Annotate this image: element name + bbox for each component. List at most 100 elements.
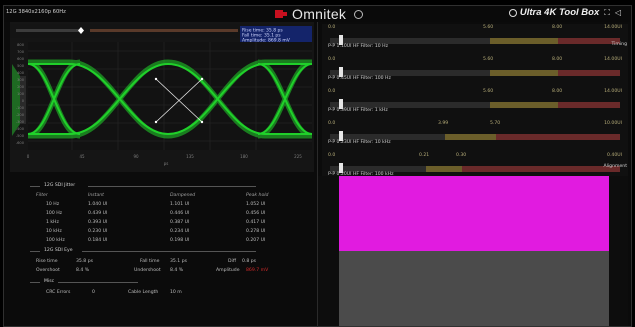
- video-preview-magenta: [339, 176, 609, 251]
- fullscreen-icon[interactable]: ⛶: [604, 8, 610, 18]
- x-tick: 225: [294, 154, 302, 159]
- threshold-track-right: [90, 29, 238, 32]
- filter-row-10hz: 0.0 5.60 8.00 14.00UI P-P 1.10UI HF Filt…: [322, 24, 628, 56]
- y-tick: -600: [16, 141, 25, 145]
- fall-time-value: 35.1 ps: [170, 259, 187, 264]
- scale-max: 14.00UI: [604, 89, 622, 94]
- product-name: Ultra 4K Tool Box: [519, 7, 600, 18]
- measurement-stats-panel: 12G SDI Jitter Filter Instant Dampened P…: [30, 181, 315, 311]
- scale-warn: 5.60: [483, 57, 494, 62]
- filter-label: P-P 1.10UI HF Filter: 10 Hz: [328, 44, 388, 49]
- scale-alarm: 5.70: [490, 121, 501, 126]
- x-unit: ps: [164, 161, 169, 166]
- jitter-header-dampened: Dampened: [170, 193, 196, 198]
- table-cell: 0.278 UI: [246, 229, 266, 234]
- y-tick: 400: [17, 71, 25, 75]
- scale-alarm: 0.30: [456, 153, 467, 158]
- back-icon[interactable]: ◁: [615, 8, 621, 17]
- track-red-zone: [558, 102, 620, 108]
- scale-alarm: 8.00: [552, 89, 563, 94]
- jitter-header-instant: Instant: [88, 193, 104, 198]
- cable-length-value: 10 m: [170, 290, 182, 295]
- rise-time-value: 35.8 ps: [76, 259, 93, 264]
- scale-max: 14.00UI: [604, 25, 622, 30]
- scale-warn: 5.60: [483, 25, 494, 30]
- table-cell: 0.446 UI: [170, 211, 190, 216]
- fall-time-label: Fall time: [140, 259, 160, 264]
- table-cell: 100 kHz: [46, 238, 65, 243]
- power-icon[interactable]: [508, 8, 517, 17]
- table-cell: 100 Hz: [46, 211, 63, 216]
- table-cell: 1.101 UI: [170, 202, 190, 207]
- threshold-track-left: [16, 29, 80, 32]
- track-amber-zone: [426, 166, 462, 172]
- crc-errors-label: CRC Errors: [46, 290, 71, 295]
- filter-row-1khz: 0.0 5.60 8.00 14.00UI P-P 0.39UI HF Filt…: [322, 88, 628, 120]
- brand-ring-icon: [354, 9, 364, 19]
- table-cell: 0.439 UI: [88, 211, 108, 216]
- track-red-zone: [496, 134, 620, 140]
- brand-name: Omnitek: [292, 6, 347, 22]
- table-cell: 10 kHz: [46, 229, 62, 234]
- y-tick: 800: [17, 43, 25, 47]
- x-tick: 90: [133, 154, 139, 159]
- jitter-section-title: 12G SDI Jitter: [44, 183, 76, 188]
- y-tick: 500: [17, 64, 25, 68]
- scale-min: 0.0: [328, 25, 336, 30]
- table-cell: 10 Hz: [46, 202, 60, 207]
- table-cell: 1.052 UI: [246, 202, 266, 207]
- overshoot-value: 8.4 %: [76, 268, 90, 273]
- y-tick: -100: [16, 106, 25, 110]
- amplitude-label: Amplitude: [216, 268, 240, 273]
- scale-min: 0.0: [328, 121, 336, 126]
- jitter-header-filter: Filter: [36, 193, 48, 198]
- track-amber-zone: [445, 134, 496, 140]
- filter-label: P-P 0.23UI HF Filter: 10 kHz: [328, 140, 391, 145]
- table-cell: 1 kHz: [46, 220, 59, 225]
- scale-min: 0.0: [328, 153, 336, 158]
- scale-alarm: 8.00: [552, 25, 563, 30]
- diff-value: 0.8 ps: [242, 259, 257, 264]
- scale-max: 10.00UI: [604, 121, 622, 126]
- rise-time-label: Rise time: [36, 259, 58, 264]
- scale-alarm: 8.00: [552, 57, 563, 62]
- scale-warn: 3.99: [438, 121, 449, 126]
- eye-diagram-plot: Rise time: 35.8 ps Fall time: 35.1 ps Am…: [10, 24, 314, 166]
- misc-section-title: Misc: [44, 279, 55, 284]
- table-cell: 0.198 UI: [170, 238, 190, 243]
- table-cell: 0.207 UI: [246, 238, 266, 243]
- scale-warn: 0.21: [419, 153, 430, 158]
- y-tick: 300: [17, 78, 25, 82]
- undershoot-value: 8.4 %: [170, 268, 184, 273]
- y-tick: 600: [17, 57, 25, 61]
- track-red-zone: [462, 166, 620, 172]
- y-tick: 200: [17, 85, 25, 89]
- table-cell: 0.234 UI: [170, 229, 190, 234]
- y-tick-labels: 800 700 600 500 400 300 200 100 0 -100 -…: [16, 43, 25, 145]
- timing-tag: Timing: [611, 42, 627, 47]
- x-tick: 135: [186, 154, 194, 159]
- undershoot-label: Undershoot: [134, 268, 161, 273]
- overshoot-label: Overshoot: [36, 268, 60, 273]
- x-tick: 45: [79, 154, 85, 159]
- y-tick: 100: [17, 92, 25, 96]
- jitter-header-peak: Peak hold: [246, 193, 269, 198]
- y-tick: -400: [16, 127, 25, 131]
- y-tick: -300: [16, 120, 25, 124]
- y-tick: -500: [16, 134, 25, 138]
- filter-label: P-P 0.39UI HF Filter: 1 kHz: [328, 108, 388, 113]
- brand-logo: Omnitek: [275, 6, 364, 22]
- y-tick: -200: [16, 113, 25, 117]
- video-preview-gray: [339, 251, 609, 326]
- track-amber-zone: [490, 102, 558, 108]
- filter-label: P-P 0.45UI HF Filter: 100 Hz: [328, 76, 391, 81]
- track-red-zone: [558, 70, 620, 76]
- filter-row-100hz: 0.0 5.60 8.00 14.00UI P-P 0.45UI HF Filt…: [322, 56, 628, 88]
- diff-label: Diff: [228, 259, 236, 264]
- track-amber-zone: [490, 70, 558, 76]
- scale-max: 0.40UI: [607, 153, 622, 158]
- track-amber-zone: [490, 38, 558, 44]
- resolution-label: 12G 3840x2160p 60Hz: [6, 9, 66, 15]
- table-cell: 0.417 UI: [246, 220, 266, 225]
- crc-errors-value: 0: [92, 290, 95, 295]
